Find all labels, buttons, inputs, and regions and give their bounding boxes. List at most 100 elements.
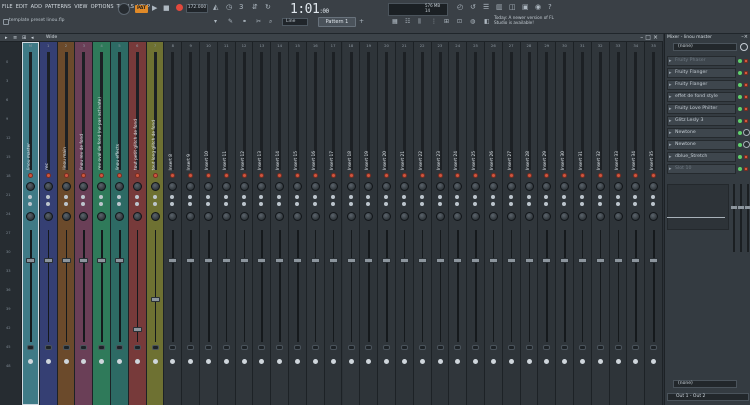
- pan-knob[interactable]: [613, 182, 623, 191]
- stereo-knob[interactable]: [399, 212, 409, 221]
- volume-fader[interactable]: [506, 258, 516, 263]
- volume-fader[interactable]: [79, 258, 89, 263]
- stereo-knob[interactable]: [132, 212, 142, 221]
- mute-led[interactable]: [259, 173, 265, 178]
- slot-enable-led[interactable]: [738, 95, 742, 99]
- swap-channels-dot[interactable]: [152, 202, 157, 206]
- menu-view[interactable]: VIEW: [74, 4, 87, 10]
- send-switch[interactable]: [489, 345, 497, 350]
- play-icon[interactable]: ▶: [152, 4, 157, 12]
- swap-channels-dot[interactable]: [81, 202, 86, 206]
- tool-cut-icon[interactable]: ✂: [256, 18, 261, 26]
- swap-channels-dot[interactable]: [615, 202, 620, 206]
- slot-mix-knob[interactable]: [744, 107, 748, 111]
- stereo-separation-dot[interactable]: [223, 195, 228, 199]
- stereo-knob[interactable]: [364, 212, 374, 221]
- menu-file[interactable]: FILE: [2, 4, 13, 10]
- swap-channels-dot[interactable]: [223, 202, 228, 206]
- stereo-knob[interactable]: [613, 212, 623, 221]
- swap-channels-dot[interactable]: [188, 202, 193, 206]
- pan-knob[interactable]: [577, 182, 587, 191]
- song-position[interactable]: 1:01:00: [290, 2, 329, 17]
- volume-fader[interactable]: [613, 258, 623, 263]
- slot-enable-led[interactable]: [738, 59, 742, 63]
- save-icon[interactable]: ▣: [522, 3, 529, 11]
- stereo-knob[interactable]: [542, 212, 552, 221]
- stereo-knob[interactable]: [506, 212, 516, 221]
- pattern-selector[interactable]: Pattern 1: [318, 17, 356, 27]
- route-button[interactable]: [437, 359, 443, 364]
- mute-led[interactable]: [63, 173, 69, 178]
- slot-enable-led[interactable]: [738, 131, 742, 135]
- pan-knob[interactable]: [186, 182, 196, 191]
- route-button[interactable]: [455, 359, 461, 364]
- route-button[interactable]: [152, 359, 158, 364]
- slot-mix-knob[interactable]: [743, 129, 750, 136]
- swap-channels-dot[interactable]: [437, 202, 442, 206]
- route-button[interactable]: [45, 359, 51, 364]
- mixer-view-icon[interactable]: ⊞: [22, 35, 26, 41]
- volume-fader[interactable]: [453, 258, 463, 263]
- stereo-separation-dot[interactable]: [633, 195, 638, 199]
- swap-channels-dot[interactable]: [419, 202, 424, 206]
- stereo-separation-dot[interactable]: [81, 195, 86, 199]
- volume-fader[interactable]: [43, 258, 53, 263]
- volume-fader[interactable]: [577, 258, 587, 263]
- effect-slot[interactable]: Newtone: [667, 128, 736, 138]
- swap-channels-dot[interactable]: [633, 202, 638, 206]
- eq-band-fader[interactable]: [738, 184, 744, 252]
- mute-led[interactable]: [597, 173, 603, 178]
- stereo-knob[interactable]: [577, 212, 587, 221]
- effect-slot[interactable]: Newtone: [667, 140, 736, 150]
- stereo-knob[interactable]: [631, 212, 641, 221]
- swap-channels-dot[interactable]: [117, 202, 122, 206]
- mixer-strip[interactable]: 19 Insert 19: [360, 42, 379, 405]
- swap-channels-dot[interactable]: [28, 202, 32, 206]
- window-playlist-icon[interactable]: ☷: [405, 18, 410, 26]
- tool-paint-icon[interactable]: ✎: [228, 18, 233, 26]
- route-button[interactable]: [526, 359, 532, 364]
- stereo-knob[interactable]: [79, 212, 89, 221]
- tool-zoom-icon[interactable]: ⌕: [269, 18, 272, 26]
- swap-channels-dot[interactable]: [330, 202, 335, 206]
- route-button[interactable]: [651, 359, 657, 364]
- stereo-knob[interactable]: [186, 212, 196, 221]
- pan-knob[interactable]: [506, 182, 516, 191]
- stereo-knob[interactable]: [382, 212, 392, 221]
- mute-led[interactable]: [330, 173, 336, 178]
- route-button[interactable]: [223, 359, 229, 364]
- mute-led[interactable]: [615, 173, 621, 178]
- stereo-knob[interactable]: [293, 212, 303, 221]
- stereo-separation-dot[interactable]: [295, 195, 300, 199]
- mixer-strip[interactable]: 26 Insert 26: [484, 42, 503, 405]
- output-select[interactable]: Out 1 - Out 2: [667, 393, 749, 401]
- volume-fader[interactable]: [595, 258, 605, 263]
- pan-knob[interactable]: [310, 182, 320, 191]
- volume-fader[interactable]: [471, 258, 481, 263]
- stereo-separation-dot[interactable]: [473, 195, 478, 199]
- mute-led[interactable]: [384, 173, 390, 178]
- mixer-strip[interactable]: 31 Insert 31: [573, 42, 592, 405]
- stereo-separation-dot[interactable]: [526, 195, 531, 199]
- send-switch[interactable]: [329, 345, 337, 350]
- send-switch[interactable]: [151, 345, 159, 350]
- stereo-knob[interactable]: [257, 212, 267, 221]
- route-button[interactable]: [81, 359, 87, 364]
- send-switch[interactable]: [311, 345, 319, 350]
- send-switch[interactable]: [472, 345, 480, 350]
- send-switch[interactable]: [632, 345, 640, 350]
- send-switch[interactable]: [400, 345, 408, 350]
- send-switch[interactable]: [98, 345, 106, 350]
- mixer-strip[interactable]: 14 Insert 14: [271, 42, 290, 405]
- stereo-separation-dot[interactable]: [117, 195, 122, 199]
- pattern-add-icon[interactable]: +: [359, 18, 364, 26]
- pan-knob[interactable]: [595, 182, 605, 191]
- volume-fader[interactable]: [399, 258, 409, 263]
- mixer-strip[interactable]: 9 Insert 9: [182, 42, 201, 405]
- route-button[interactable]: [366, 359, 372, 364]
- stereo-separation-dot[interactable]: [401, 195, 406, 199]
- snap-select[interactable]: Line: [282, 18, 308, 26]
- swap-channels-dot[interactable]: [490, 202, 495, 206]
- blend-notes-icon[interactable]: ⇵: [252, 3, 258, 11]
- volume-fader[interactable]: [649, 258, 659, 263]
